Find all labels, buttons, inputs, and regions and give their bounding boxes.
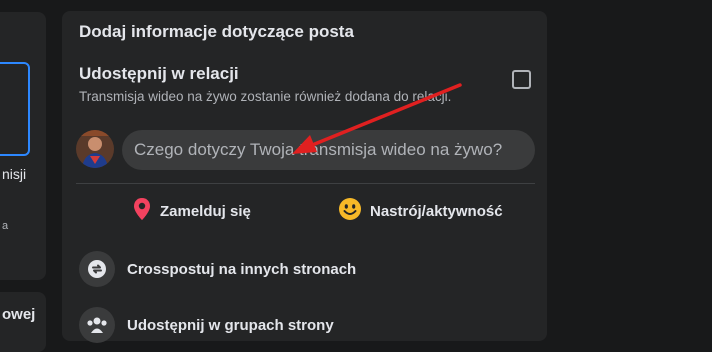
share-to-story-title: Udostępnij w relacji [79,64,239,83]
left-card-sublabel: a [2,220,9,232]
divider [76,183,535,184]
check-in-button[interactable]: Zamelduj się [132,196,251,226]
smiley-icon [338,197,362,225]
share-groups-option[interactable]: Udostępnij w grupach strony [79,307,334,343]
crosspost-option[interactable]: Crosspostuj na innych stronach [79,251,356,287]
post-details-panel [62,11,547,341]
selected-option-outline[interactable] [0,62,30,156]
left-card-label: nisji [2,166,27,182]
feeling-activity-button[interactable]: Nastrój/aktywność [338,196,503,226]
avatar [76,130,114,168]
crosspost-label: Crosspostuj na innych stronach [127,260,357,278]
panel-title: Dodaj informacje dotyczące posta [79,22,354,41]
feeling-activity-label: Nastrój/aktywność [370,202,503,220]
share-groups-label: Udostępnij w grupach strony [127,316,334,334]
share-to-story-description: Transmisja wideo na żywo zostanie równie… [79,89,452,104]
left-card-bottom-label: owej [2,306,36,323]
post-description-input[interactable] [122,130,535,170]
crosspost-arrows-icon [79,251,115,287]
share-to-story-checkbox[interactable] [512,70,531,89]
check-in-label: Zamelduj się [160,202,251,220]
location-pin-icon [132,197,152,225]
groups-icon [79,307,115,343]
